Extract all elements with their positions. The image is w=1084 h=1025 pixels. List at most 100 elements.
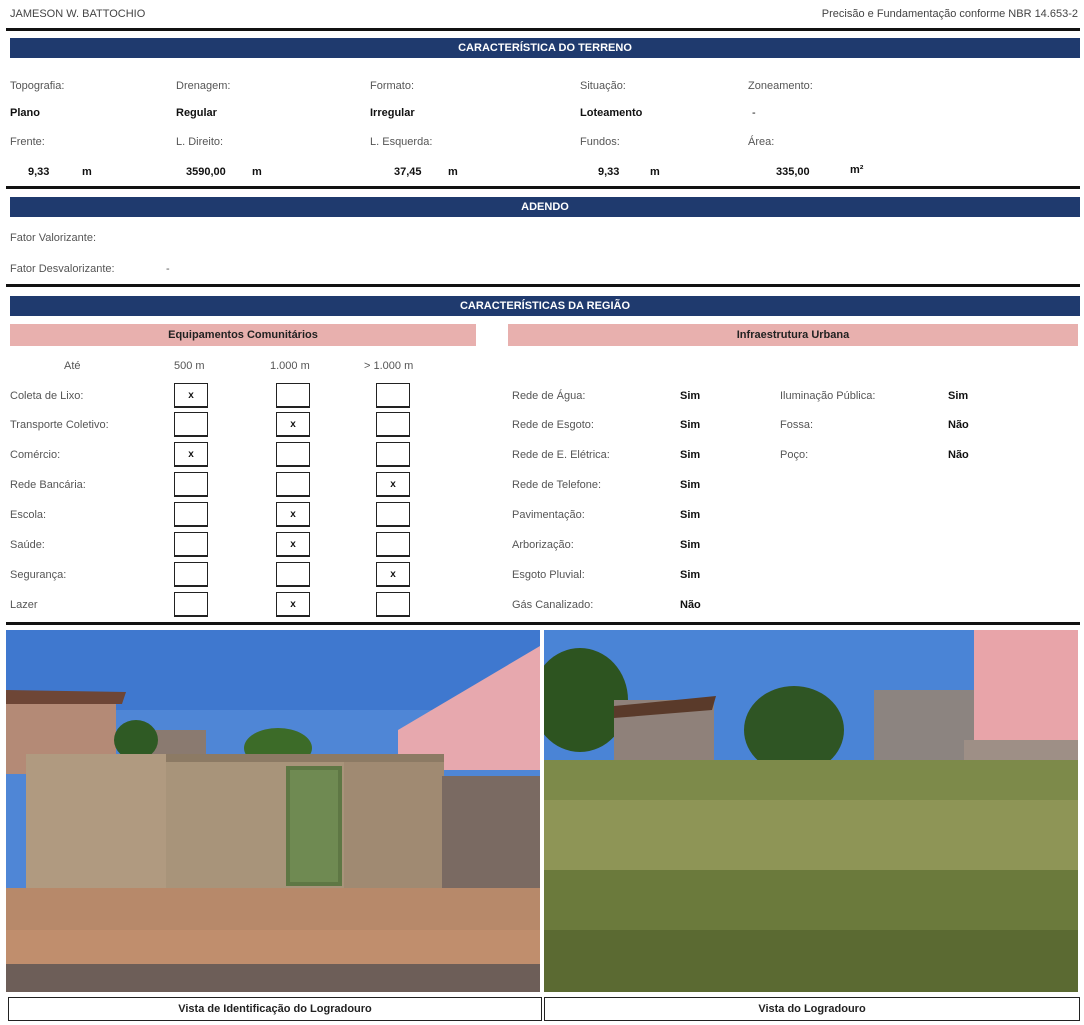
area-unit: m² [850,164,864,176]
ldireito-label: L. Direito: [176,136,224,148]
zoneamento-label: Zoneamento: [748,80,813,92]
infra-value: Sim [680,479,701,491]
checkbox-gt1000m[interactable] [376,412,410,437]
photo-left [6,630,540,992]
equip-label: Coleta de Lixo: [10,390,84,402]
infra-value: Sim [948,390,969,402]
equip-label: Segurança: [10,569,67,581]
street-wall-photo [6,630,540,992]
frente-unit: m [82,166,92,178]
zoneamento-value: - [752,107,756,119]
ldireito-value: 3590,00 [186,166,226,178]
infra-value: Não [948,449,969,461]
checkbox-500m[interactable] [174,472,208,497]
top-rule [6,28,1080,31]
col-1000m: 1.000 m [270,360,310,372]
infraestrutura-header: Infraestrutura Urbana [508,324,1078,346]
drenagem-value: Regular [176,107,217,119]
infra-label: Rede de E. Elétrica: [512,449,610,461]
checkbox-500m[interactable] [174,502,208,527]
checkbox-gt1000m[interactable]: x [376,472,410,497]
checkbox-500m[interactable] [174,412,208,437]
infra-label: Rede de Água: [512,390,586,402]
fundos-unit: m [650,166,660,178]
regiao-rule [6,622,1080,625]
infra-value: Sim [680,419,701,431]
formato-label: Formato: [370,80,415,92]
infra-label: Gás Canalizado: [512,599,594,611]
infra-label: Poço: [780,449,809,461]
regiao-band: CARACTERÍSTICAS DA REGIÃO [10,296,1080,316]
photo-right [544,630,1078,992]
topografia-label: Topografia: [10,80,65,92]
situacao-value: Loteamento [580,107,643,119]
checkbox-500m[interactable]: x [174,383,208,408]
infra-value: Sim [680,569,701,581]
checkbox-1000m[interactable]: x [276,592,310,617]
checkbox-500m[interactable] [174,562,208,587]
infra-value: Sim [680,539,701,551]
checkbox-1000m[interactable]: x [276,532,310,557]
lesquerda-value: 37,45 [394,166,422,178]
frente-label: Frente: [10,136,45,148]
terreno-rule [6,186,1080,189]
infra-value: Sim [680,390,701,402]
equip-label: Escola: [10,509,47,521]
infra-value: Sim [680,449,701,461]
fundos-value: 9,33 [598,166,620,178]
norm-note: Precisão e Fundamentação conforme NBR 14… [821,8,1078,20]
author-name: JAMESON W. BATTOCHIO [10,8,146,20]
infra-label: Iluminação Pública: [780,390,876,402]
topografia-value: Plano [10,107,40,119]
equipamentos-header: Equipamentos Comunitários [10,324,476,346]
checkbox-1000m[interactable] [276,442,310,467]
checkbox-500m[interactable]: x [174,442,208,467]
checkbox-1000m[interactable] [276,472,310,497]
infra-label: Arborização: [512,539,574,551]
checkbox-gt1000m[interactable]: x [376,562,410,587]
caption-left: Vista de Identificação do Logradouro [8,997,542,1021]
checkbox-1000m[interactable] [276,562,310,587]
ldireito-unit: m [252,166,262,178]
desvalorizante-label: Fator Desvalorizante: [10,263,115,275]
checkbox-500m[interactable] [174,532,208,557]
infra-label: Rede de Esgoto: [512,419,594,431]
checkbox-1000m[interactable]: x [276,412,310,437]
area-value: 335,00 [776,166,810,178]
checkbox-gt1000m[interactable] [376,383,410,408]
equip-label: Transporte Coletivo: [10,419,109,431]
checkbox-gt1000m[interactable] [376,592,410,617]
equip-label: Saúde: [10,539,45,551]
infra-value: Sim [680,509,701,521]
fundos-label: Fundos: [580,136,620,148]
equip-label: Comércio: [10,449,61,461]
col-gt1000m: > 1.000 m [364,360,414,372]
infra-value: Não [680,599,701,611]
adendo-band: ADENDO [10,197,1080,217]
infra-label: Fossa: [780,419,814,431]
checkbox-1000m[interactable] [276,383,310,408]
infra-label: Esgoto Pluvial: [512,569,585,581]
equip-label: Lazer [10,599,38,611]
situacao-label: Situação: [580,80,626,92]
col-ate: Até [64,360,81,372]
infra-value: Não [948,419,969,431]
area-label: Área: [748,136,775,148]
checkbox-1000m[interactable]: x [276,502,310,527]
checkbox-gt1000m[interactable] [376,442,410,467]
adendo-rule [6,284,1080,287]
valorizante-label: Fator Valorizante: [10,232,97,244]
caption-right: Vista do Logradouro [544,997,1080,1021]
col-500m: 500 m [174,360,205,372]
checkbox-gt1000m[interactable] [376,532,410,557]
checkbox-500m[interactable] [174,592,208,617]
infra-label: Pavimentação: [512,509,585,521]
frente-value: 9,33 [28,166,50,178]
equip-label: Rede Bancária: [10,479,86,491]
drenagem-label: Drenagem: [176,80,231,92]
checkbox-gt1000m[interactable] [376,502,410,527]
formato-value: Irregular [370,107,415,119]
vacant-lot-photo [544,630,1078,992]
desvalorizante-value: - [166,263,170,275]
infra-label: Rede de Telefone: [512,479,602,491]
